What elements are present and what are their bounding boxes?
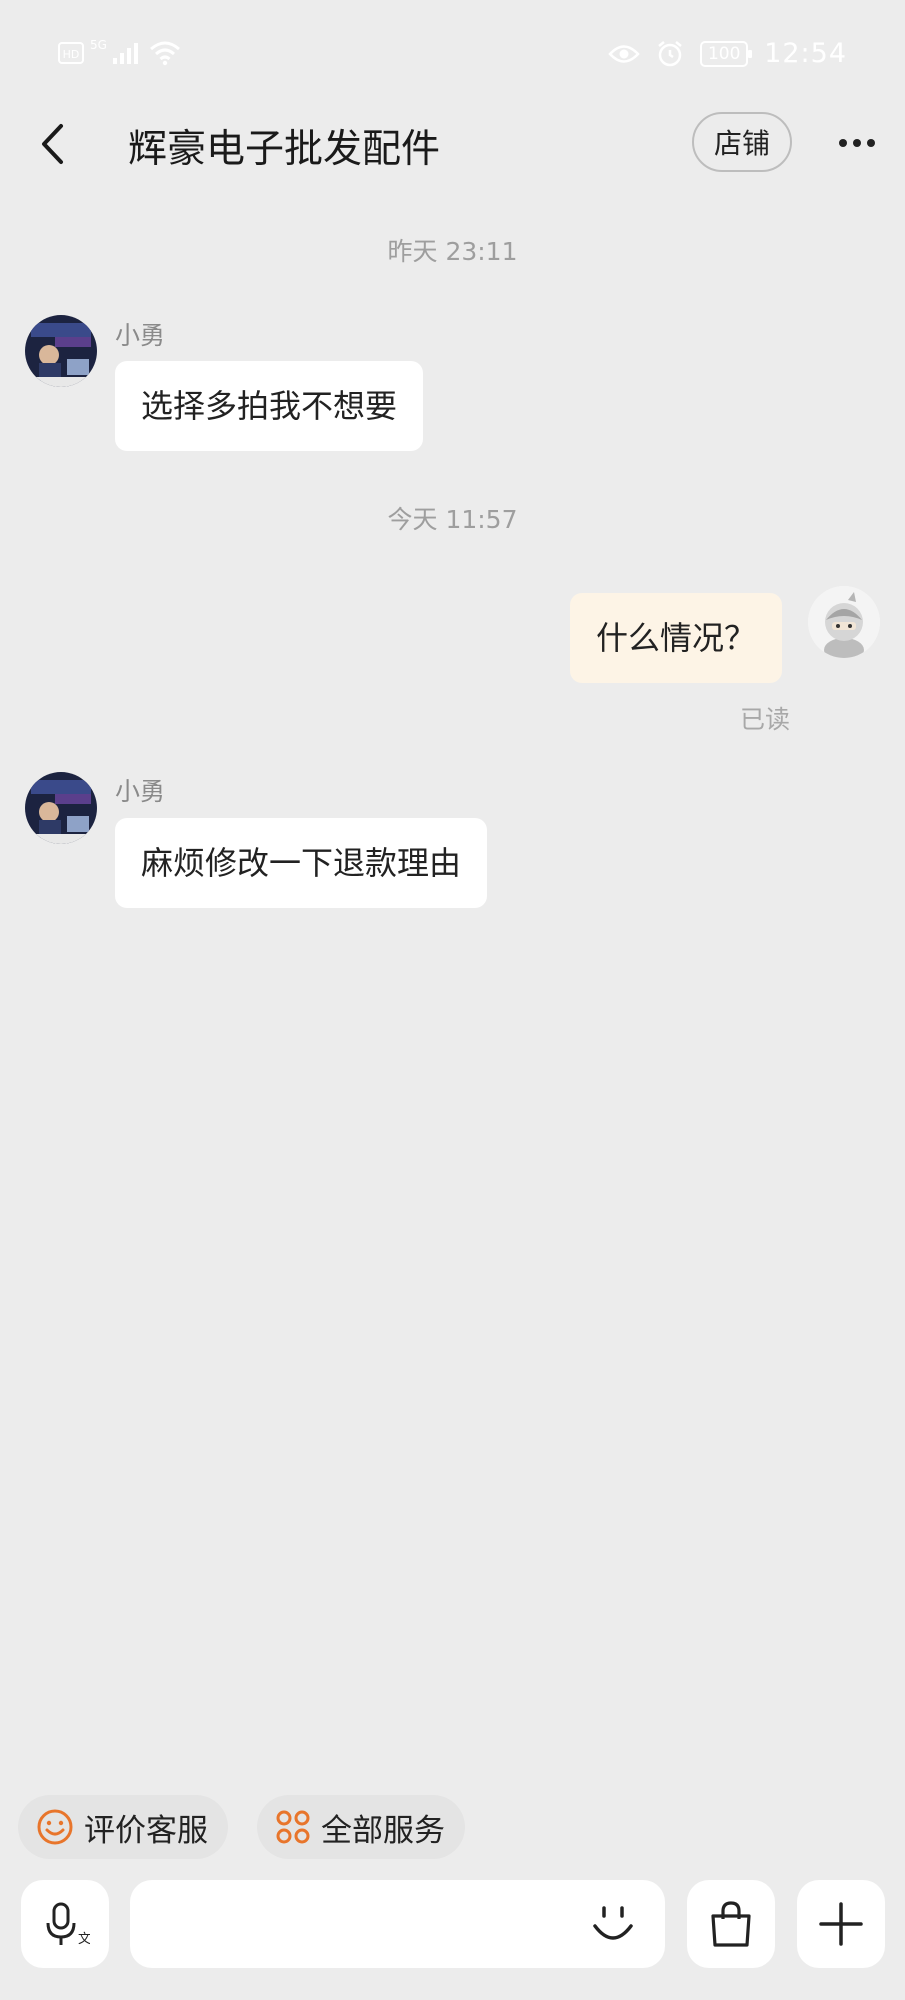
chevron-left-icon <box>42 124 63 164</box>
message-bubble-incoming[interactable]: 麻烦修改一下退款理由 <box>115 818 488 908</box>
more-dot-icon <box>867 139 875 147</box>
sender-name: 小勇 <box>115 777 166 806</box>
time-separator: 昨天 23:11 <box>387 237 518 266</box>
message-bubble-outgoing[interactable]: 什么情况？ <box>570 593 783 683</box>
hd-icon: HD <box>58 42 84 64</box>
avatar[interactable] <box>25 315 97 387</box>
more-actions-button[interactable] <box>797 1880 885 1968</box>
microphone-icon: 文 <box>46 1902 90 1947</box>
avatar[interactable] <box>25 772 97 844</box>
battery-icon: 100 <box>700 40 753 67</box>
alarm-icon <box>658 40 682 66</box>
back-button[interactable] <box>28 114 76 174</box>
shop-avatar-icon <box>25 772 97 844</box>
svg-text:文: 文 <box>78 1932 90 1947</box>
wifi-icon <box>149 41 180 66</box>
network-gen-label: 5G <box>90 38 107 52</box>
status-left: HD 5G <box>58 38 181 66</box>
avatar[interactable] <box>808 586 880 658</box>
time-separator: 今天 11:57 <box>387 505 518 534</box>
more-button[interactable] <box>832 118 882 168</box>
plus-icon <box>819 1902 863 1946</box>
read-status: 已读 <box>740 705 791 734</box>
user-avatar-icon <box>808 586 880 658</box>
rate-service-button[interactable]: 评价客服 <box>18 1795 228 1859</box>
shop-avatar-icon <box>25 315 97 387</box>
smile-face-icon <box>593 1906 633 1940</box>
clock: 12:54 <box>764 38 847 69</box>
all-services-button[interactable]: 全部服务 <box>257 1795 465 1859</box>
more-dot-icon <box>839 139 847 147</box>
message-bubble-incoming[interactable]: 选择多拍我不想要 <box>115 361 424 451</box>
grid-icon <box>276 1810 310 1844</box>
status-bar: HD 5G 100 12:54 <box>0 0 905 110</box>
chip-label: 评价客服 <box>84 1812 208 1849</box>
chat-header: 辉豪电子批发配件 店铺 <box>0 100 905 190</box>
shop-button[interactable]: 店铺 <box>692 112 792 172</box>
chip-label: 全部服务 <box>321 1812 445 1849</box>
eye-icon <box>608 44 640 63</box>
voice-button[interactable]: 文 <box>21 1880 109 1968</box>
svg-text:HD: HD <box>63 48 80 61</box>
emoji-button[interactable] <box>585 1896 641 1952</box>
more-dot-icon <box>853 139 861 147</box>
status-right: 100 12:54 <box>608 38 847 69</box>
sender-name: 小勇 <box>115 321 166 350</box>
product-button[interactable] <box>687 1880 775 1968</box>
signal-icon <box>112 43 138 64</box>
shopping-bag-icon <box>711 1901 751 1947</box>
input-bar: 文 <box>0 1880 905 1970</box>
smiley-icon <box>37 1809 73 1845</box>
page-title: 辉豪电子批发配件 <box>128 127 441 172</box>
